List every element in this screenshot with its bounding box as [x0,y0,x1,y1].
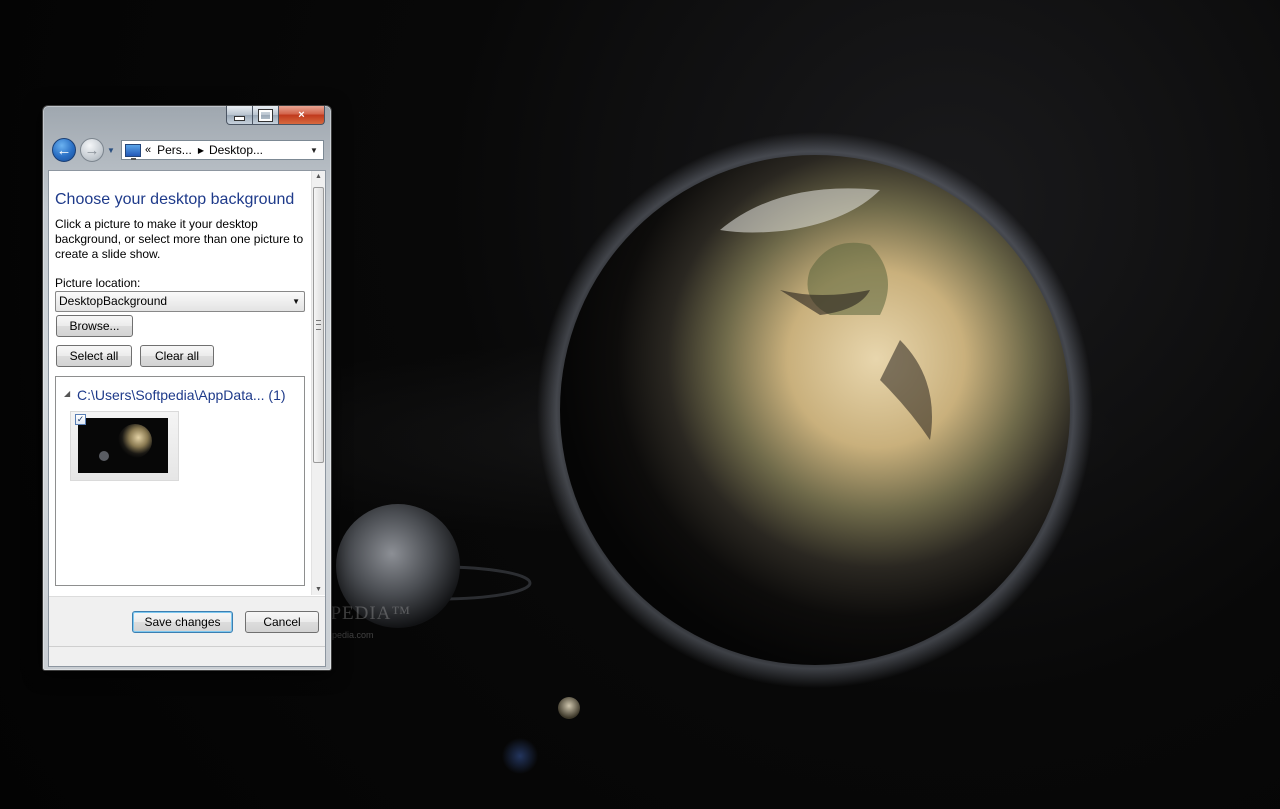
address-dropdown-icon[interactable]: ▼ [305,146,323,155]
scroll-up-icon[interactable]: ▲ [312,173,325,180]
control-panel-icon [125,143,141,160]
breadcrumb-separator-icon[interactable]: ▶ [198,146,204,155]
earth-thumbnail-image [99,424,152,461]
maximize-button[interactable] [253,106,279,125]
dropdown-arrow-icon: ▼ [292,297,300,306]
wallpaper-thumbnail[interactable] [78,418,168,473]
picture-location-value: DesktopBackground [59,294,168,308]
collapse-group-icon[interactable]: ◢ [64,389,70,398]
list-item[interactable]: ✓ [70,411,179,481]
picture-checkbox[interactable]: ✓ [75,414,86,425]
minimize-button[interactable] [226,106,253,125]
cancel-button[interactable]: Cancel [245,611,319,633]
browse-button[interactable]: Browse... [56,315,133,337]
close-button[interactable]: × [279,106,325,125]
personalization-window: × ← → ▼ « Pers... ▶ Desktop... ▼ ▲ ▼ Cho… [42,105,332,671]
picture-location-select[interactable]: DesktopBackground ▼ [55,291,305,312]
breadcrumb-personalization[interactable]: Pers... [157,143,192,157]
back-arrow-icon: ← [56,141,72,159]
content-pane: ▲ ▼ Choose your desktop background Click… [48,170,326,667]
scroll-down-icon[interactable]: ▼ [312,586,325,593]
breadcrumb-overflow-icon[interactable]: « [145,144,151,156]
back-button[interactable]: ← [52,138,76,162]
select-all-button[interactable]: Select all [56,345,132,367]
forward-button[interactable]: → [80,138,104,162]
maximize-icon [259,109,272,121]
picture-group-header[interactable]: C:\Users\Softpedia\AppData... (1) [77,387,286,403]
forward-arrow-icon: → [84,141,100,159]
page-description: Click a picture to make it your desktop … [55,217,304,261]
picture-list: ◢ C:\Users\Softpedia\AppData... (1) ✓ [55,376,305,586]
page-title: Choose your desktop background [55,191,295,208]
vertical-scrollbar[interactable]: ▲ ▼ [311,171,325,595]
caption-buttons: × [226,106,325,125]
footer-bar: Save changes Cancel [49,596,325,647]
address-bar[interactable]: « Pers... ▶ Desktop... ▼ [121,140,324,160]
picture-location-label: Picture location: [55,276,141,290]
scroll-grip-icon [316,320,321,330]
recent-pages-dropdown-icon[interactable]: ▼ [107,146,116,155]
breadcrumb-desktop-background[interactable]: Desktop... [209,143,263,157]
scroll-thumb[interactable] [313,187,324,463]
minimize-icon [234,115,245,121]
clear-all-button[interactable]: Clear all [140,345,214,367]
save-changes-button[interactable]: Save changes [132,611,233,633]
status-strip [49,646,325,666]
close-icon: × [298,109,305,121]
